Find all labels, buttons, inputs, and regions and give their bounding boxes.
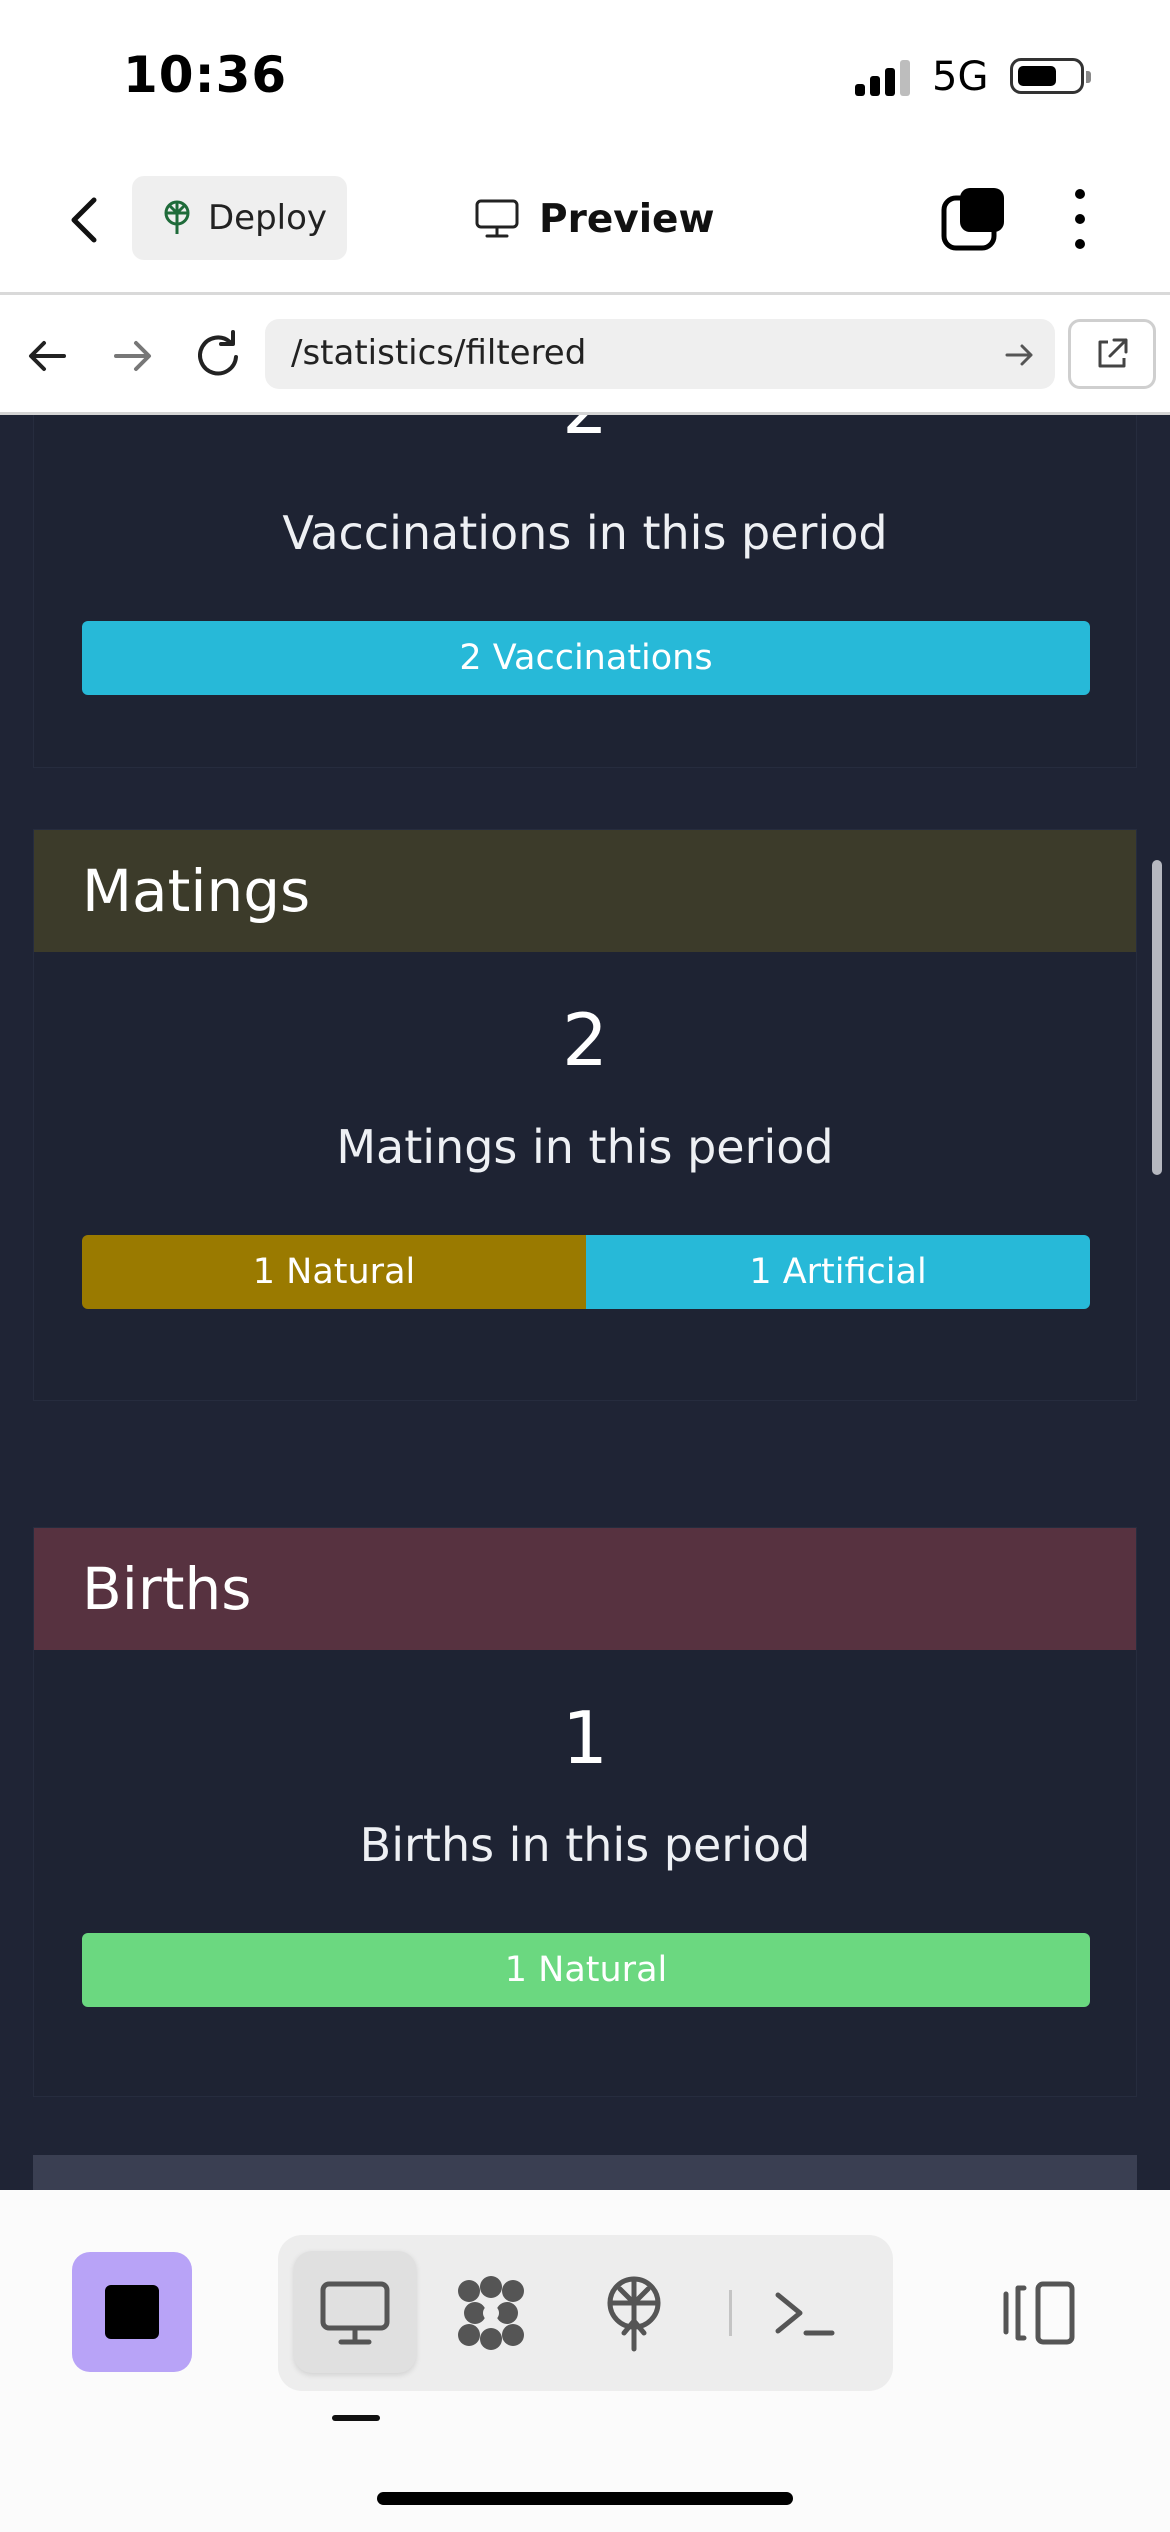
tabs-icon[interactable] xyxy=(940,186,1006,252)
scrollbar[interactable] xyxy=(1152,860,1162,1175)
dock-tab-agents-icon[interactable] xyxy=(451,2273,531,2353)
vaccinations-caption: Vaccinations in this period xyxy=(282,506,888,560)
status-bar: 10:36 5G xyxy=(0,0,1170,150)
matings-segment-0: 1 Natural xyxy=(82,1235,586,1309)
monitor-icon xyxy=(475,199,519,238)
matings-card: Matings 2 Matings in this period 1 Natur… xyxy=(33,829,1137,1401)
dock-tab-preview[interactable] xyxy=(294,2251,416,2373)
stop-button[interactable] xyxy=(72,2252,192,2372)
births-count: 1 xyxy=(562,1696,608,1780)
vaccinations-segment-0: 2 Vaccinations xyxy=(82,621,1090,695)
preview-label: Preview xyxy=(539,196,715,242)
stop-icon xyxy=(105,2285,159,2339)
split-view-icon[interactable] xyxy=(1000,2280,1076,2346)
preview-title: Preview xyxy=(475,186,715,252)
births-card: Births 1 Births in this period 1 Natural xyxy=(33,1527,1137,2097)
app-header: Deploy Preview xyxy=(0,150,1170,295)
signal-icon xyxy=(855,60,915,96)
dock-tab-group xyxy=(278,2235,893,2391)
home-indicator xyxy=(377,2492,793,2505)
vaccinations-count: 2 xyxy=(34,415,1136,450)
births-segment-0: 1 Natural xyxy=(82,1933,1090,2007)
matings-bar: 1 Natural 1 Artificial xyxy=(82,1235,1090,1309)
browser-toolbar: /statistics/filtered xyxy=(0,295,1170,415)
chevron-left-icon[interactable] xyxy=(60,192,110,248)
battery-icon xyxy=(1010,58,1091,94)
arrow-right-icon[interactable] xyxy=(108,331,158,381)
vaccinations-bar: 2 Vaccinations xyxy=(82,621,1090,695)
active-tab-indicator xyxy=(332,2415,380,2421)
go-arrow-icon[interactable] xyxy=(1003,339,1035,371)
deploy-icon xyxy=(164,200,190,234)
dock-tab-console-icon[interactable] xyxy=(764,2273,844,2353)
url-text: /statistics/filtered xyxy=(291,333,587,373)
status-time: 10:36 xyxy=(123,46,288,104)
births-caption: Births in this period xyxy=(359,1818,811,1872)
bottom-dock xyxy=(0,2190,1170,2532)
external-link-icon xyxy=(1098,338,1128,368)
network-type: 5G xyxy=(932,54,989,100)
dock-tab-deploy-icon[interactable] xyxy=(594,2273,674,2353)
reload-icon[interactable] xyxy=(190,327,246,383)
matings-caption: Matings in this period xyxy=(336,1120,834,1174)
content-viewport[interactable]: 2 Vaccinations in this period 2 Vaccinat… xyxy=(0,415,1170,2190)
births-bar: 1 Natural xyxy=(82,1933,1090,2007)
matings-segment-1: 1 Artificial xyxy=(586,1235,1090,1309)
deploy-label: Deploy xyxy=(208,198,328,238)
matings-title: Matings xyxy=(82,857,311,925)
vaccinations-card: 2 Vaccinations in this period 2 Vaccinat… xyxy=(33,415,1137,768)
monitor-icon xyxy=(320,2281,390,2345)
deploy-button[interactable]: Deploy xyxy=(132,176,347,260)
births-header: Births xyxy=(34,1528,1136,1650)
more-vertical-icon[interactable] xyxy=(1062,186,1098,252)
open-external-button[interactable] xyxy=(1068,319,1156,389)
url-bar[interactable]: /statistics/filtered xyxy=(265,319,1055,389)
arrow-left-icon[interactable] xyxy=(22,331,72,381)
dock-separator xyxy=(729,2290,732,2336)
matings-count: 2 xyxy=(562,998,608,1082)
births-title: Births xyxy=(82,1555,252,1623)
next-section-card xyxy=(33,2155,1137,2190)
matings-header: Matings xyxy=(34,830,1136,952)
